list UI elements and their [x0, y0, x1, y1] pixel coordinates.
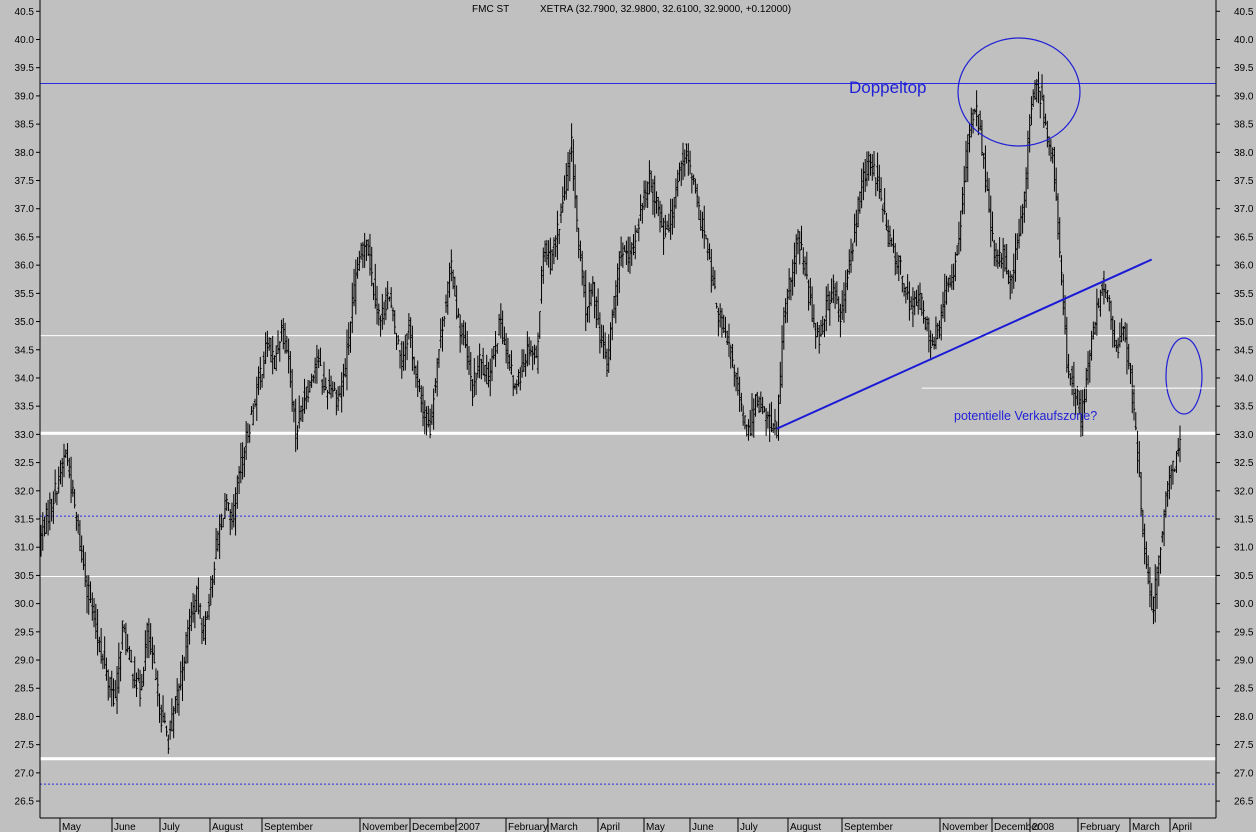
y-label-left-12: 32.5	[15, 458, 35, 469]
y-label-right-6: 29.5	[1234, 627, 1254, 638]
chart-symbol: FMC ST	[472, 4, 509, 15]
x-label-9: March	[550, 822, 578, 832]
y-label-right-13: 33.0	[1234, 430, 1254, 441]
y-label-right-18: 35.5	[1234, 289, 1254, 300]
y-label-left-7: 30.0	[15, 599, 35, 610]
y-label-right-27: 40.0	[1234, 35, 1254, 46]
x-label-12: June	[692, 822, 714, 832]
y-label-right-21: 37.0	[1234, 204, 1254, 215]
x-label-4: September	[264, 822, 314, 832]
y-label-right-23: 38.0	[1234, 148, 1254, 159]
y-label-right-16: 34.5	[1234, 345, 1254, 356]
y-label-left-8: 30.5	[15, 571, 35, 582]
x-label-8: February	[508, 822, 548, 832]
x-label-7: 2007	[458, 822, 481, 832]
y-label-left-27: 40.0	[15, 35, 35, 46]
y-label-right-11: 32.0	[1234, 486, 1254, 497]
y-label-right-28: 40.5	[1234, 7, 1254, 18]
x-label-21: April	[1172, 822, 1192, 832]
y-label-left-13: 33.0	[15, 430, 35, 441]
y-label-right-5: 29.0	[1234, 656, 1254, 667]
stock-chart: Doppeltop potentielle Verkaufszone? FMC …	[0, 0, 1256, 832]
x-label-6: December	[412, 822, 459, 832]
y-label-right-22: 37.5	[1234, 176, 1254, 187]
y-label-left-6: 29.5	[15, 627, 35, 638]
y-label-right-0: 26.5	[1234, 797, 1254, 808]
y-label-left-1: 27.0	[15, 768, 35, 779]
y-label-left-23: 38.0	[15, 148, 35, 159]
y-label-left-3: 28.0	[15, 712, 35, 723]
x-label-0: May	[62, 822, 81, 832]
y-label-right-24: 38.5	[1234, 120, 1254, 131]
y-label-left-22: 37.5	[15, 176, 35, 187]
x-label-10: April	[600, 822, 620, 832]
x-label-20: March	[1132, 822, 1160, 832]
x-label-14: August	[790, 822, 821, 832]
y-label-left-5: 29.0	[15, 656, 35, 667]
y-label-left-16: 34.5	[15, 345, 35, 356]
y-label-left-21: 37.0	[15, 204, 35, 215]
y-label-right-15: 34.0	[1234, 373, 1254, 384]
annotation-sell-zone: potentielle Verkaufszone?	[954, 409, 1097, 423]
y-label-left-28: 40.5	[15, 7, 35, 18]
y-label-left-20: 36.5	[15, 232, 35, 243]
y-label-right-4: 28.5	[1234, 684, 1254, 695]
y-label-right-20: 36.5	[1234, 232, 1254, 243]
y-label-left-19: 36.0	[15, 261, 35, 272]
y-label-left-18: 35.5	[15, 289, 35, 300]
y-label-left-0: 26.5	[15, 797, 35, 808]
y-label-right-17: 35.0	[1234, 317, 1254, 328]
y-label-left-15: 34.0	[15, 373, 35, 384]
x-label-15: September	[844, 822, 894, 832]
y-label-right-19: 36.0	[1234, 261, 1254, 272]
y-label-right-25: 39.0	[1234, 91, 1254, 102]
x-label-2: July	[162, 822, 180, 832]
x-label-5: November	[362, 822, 409, 832]
y-label-right-3: 28.0	[1234, 712, 1254, 723]
chart-quote: XETRA (32.7900, 32.9800, 32.6100, 32.900…	[540, 4, 791, 15]
y-label-left-25: 39.0	[15, 91, 35, 102]
y-label-left-4: 28.5	[15, 684, 35, 695]
y-label-left-10: 31.5	[15, 515, 35, 526]
y-label-left-17: 35.0	[15, 317, 35, 328]
x-label-11: May	[646, 822, 665, 832]
y-label-left-2: 27.5	[15, 740, 35, 751]
x-label-3: August	[212, 822, 243, 832]
x-label-18: 2008	[1032, 822, 1055, 832]
y-label-left-14: 33.5	[15, 402, 35, 413]
y-label-right-1: 27.0	[1234, 768, 1254, 779]
x-label-16: November	[942, 822, 989, 832]
y-label-right-9: 31.0	[1234, 543, 1254, 554]
x-label-13: July	[740, 822, 758, 832]
x-label-1: June	[114, 822, 136, 832]
y-label-right-8: 30.5	[1234, 571, 1254, 582]
y-label-left-24: 38.5	[15, 120, 35, 131]
y-label-right-26: 39.5	[1234, 63, 1254, 74]
annotation-doppeltop: Doppeltop	[849, 78, 927, 97]
y-label-right-2: 27.5	[1234, 740, 1254, 751]
y-label-left-9: 31.0	[15, 543, 35, 554]
y-label-right-12: 32.5	[1234, 458, 1254, 469]
y-label-left-11: 32.0	[15, 486, 35, 497]
y-label-right-10: 31.5	[1234, 515, 1254, 526]
y-label-right-14: 33.5	[1234, 402, 1254, 413]
y-label-left-26: 39.5	[15, 63, 35, 74]
y-label-right-7: 30.0	[1234, 599, 1254, 610]
x-label-19: February	[1080, 822, 1120, 832]
